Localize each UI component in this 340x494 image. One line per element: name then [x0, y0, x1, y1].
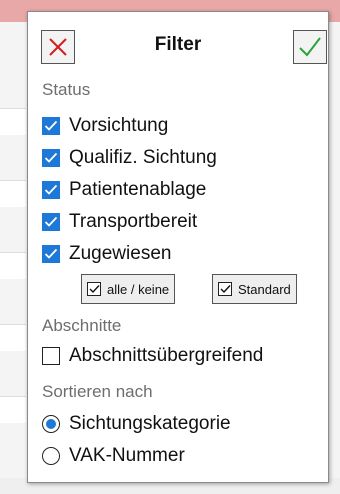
sort-radio-sichtungskategorie[interactable]: Sichtungskategorie — [42, 412, 231, 436]
checkbox-label: Transportbereit — [69, 211, 198, 232]
background-row — [0, 324, 26, 351]
ok-button[interactable] — [293, 30, 327, 64]
checkbox-checked-icon — [42, 181, 60, 199]
radio-selected-icon — [42, 415, 60, 433]
checkmark-icon — [299, 37, 321, 57]
sort-section-label: Sortieren nach — [42, 382, 153, 401]
radio-label: VAK-Nummer — [69, 445, 185, 466]
checkbox-checked-icon — [42, 245, 60, 263]
standard-button-label: Standard — [238, 281, 291, 297]
status-checkbox-patientenablage[interactable]: Patientenablage — [42, 178, 206, 202]
checkbox-label: Patientenablage — [69, 179, 207, 200]
radio-unselected-icon — [42, 447, 60, 465]
abschnittsuebergreifend-checkbox[interactable]: Abschnittsübergreifend — [42, 344, 263, 368]
status-checkbox-transportbereit[interactable]: Transportbereit — [42, 210, 197, 234]
background-row — [0, 108, 26, 135]
status-section-label: Status — [42, 80, 91, 99]
checkbox-unchecked-icon — [42, 347, 60, 365]
all-none-button[interactable]: alle / keine — [81, 274, 176, 304]
sort-radio-vak-nummer[interactable]: VAK-Nummer — [42, 444, 185, 468]
radio-label: Sichtungskategorie — [69, 413, 231, 434]
background-row — [0, 252, 26, 279]
background-row — [0, 396, 26, 423]
checkbox-label: Vorsichtung — [69, 115, 169, 136]
abschnitte-section-label: Abschnitte — [42, 316, 122, 335]
status-checkbox-vorsichtung[interactable]: Vorsichtung — [42, 114, 168, 138]
filter-popup: Filter Status Vorsichtung Qualifiz. Sich… — [27, 11, 329, 483]
checkbox-checked-icon — [42, 213, 60, 231]
status-checkbox-zugewiesen[interactable]: Zugewiesen — [42, 242, 171, 266]
checkbox-label: Abschnittsübergreifend — [69, 345, 264, 366]
checkbox-label: Zugewiesen — [69, 243, 172, 264]
standard-button[interactable]: Standard — [212, 274, 297, 304]
checkbox-checked-icon — [218, 282, 232, 296]
checkbox-checked-icon — [42, 117, 60, 135]
popup-title: Filter — [154, 34, 202, 55]
checkbox-label: Qualifiz. Sichtung — [69, 147, 217, 168]
background-row — [0, 180, 26, 207]
checkbox-checked-icon — [42, 149, 60, 167]
checkbox-checked-icon — [87, 282, 101, 296]
status-checkbox-qualifiz-sichtung[interactable]: Qualifiz. Sichtung — [42, 146, 217, 170]
all-none-button-label: alle / keine — [107, 281, 170, 297]
